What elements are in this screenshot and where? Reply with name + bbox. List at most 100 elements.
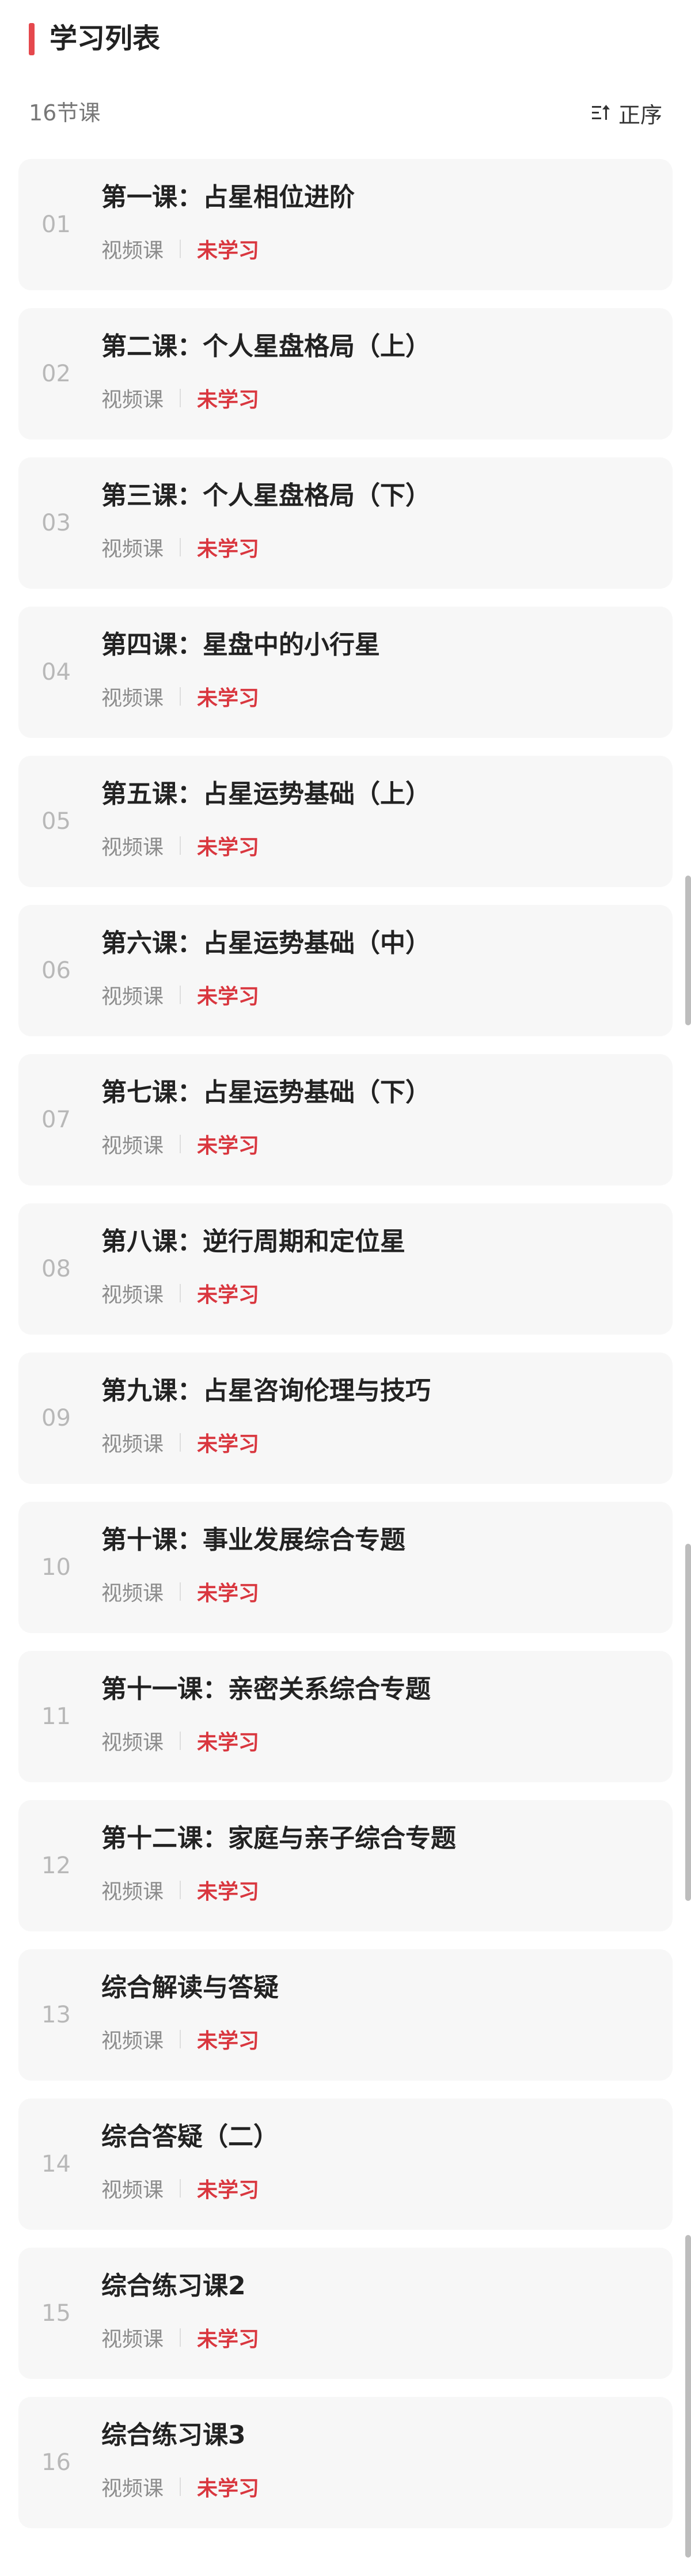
lesson-meta: 视频课 未学习 (101, 233, 259, 265)
lesson-card[interactable]: 04 第四课：星盘中的小行星视频课 未学习 (18, 607, 673, 738)
lesson-status-badge: 未学习 (197, 985, 260, 1009)
lesson-number: 16 (41, 2449, 71, 2476)
lesson-card[interactable]: 10 第十课：事业发展综合专题 视频课 未学习 (18, 1502, 673, 1633)
lesson-status-badge: 未学习 (197, 2179, 260, 2202)
page-title: 学习列表 (50, 22, 161, 55)
lesson-status-badge: 未学习 (197, 1134, 260, 1158)
lesson-number: 04 (41, 659, 71, 685)
lesson-status-badge: 未学习 (197, 1433, 260, 1456)
lesson-type: 视频课 (101, 388, 164, 412)
page-header: 学习列表 (0, 0, 691, 81)
sort-ascending-icon (591, 105, 610, 120)
lesson-meta: 视频课 未学习 (101, 1426, 259, 1459)
lesson-count: 16节课 (29, 100, 101, 126)
lesson-type: 视频课 (101, 1283, 164, 1307)
lesson-title: 第七课：占星运势基础（下） (101, 1078, 431, 1107)
lesson-number: 07 (41, 1107, 71, 1133)
meta-divider (180, 986, 181, 1004)
lesson-meta: 视频课 未学习 (101, 680, 259, 713)
lesson-card[interactable]: 15 综合练习课2 视频课 未学习 (18, 2248, 673, 2379)
scrollbar-thumb[interactable] (685, 2235, 691, 2558)
lesson-number: 03 (41, 510, 71, 536)
lesson-type: 视频课 (101, 2477, 164, 2501)
lesson-type: 视频课 (101, 239, 164, 263)
lesson-status-badge: 未学习 (197, 537, 260, 561)
lesson-title: 第四课：星盘中的小行星 (101, 630, 380, 660)
lesson-status-badge: 未学习 (197, 836, 260, 859)
lesson-title: 综合解读与答疑 (101, 1973, 279, 2002)
lesson-card[interactable]: 08 第八课：逆行周期和定位星视频课 未学习 (18, 1203, 673, 1335)
lesson-card[interactable]: 01 第一课：占星相位进阶 视频课 未学习 (18, 159, 673, 290)
lesson-card[interactable]: 16 综合练习课3 视频课 未学习 (18, 2397, 673, 2528)
lesson-status-badge: 未学习 (197, 1880, 260, 1904)
lesson-card[interactable]: 06 第六课：占星运势基础（中） 视频课 未学习 (18, 905, 673, 1036)
lesson-card[interactable]: 09 第九课：占星咨询伦理与技巧视频课 未学习 (18, 1353, 673, 1484)
lesson-title: 第三课：个人星盘格局（下） (101, 481, 431, 510)
lesson-title: 综合答疑（二） (101, 2122, 279, 2151)
sort-order-label: 正序 (618, 102, 662, 128)
lesson-meta: 视频课 未学习 (101, 2023, 259, 2055)
lesson-number: 09 (41, 1405, 71, 1431)
meta-divider (180, 1732, 181, 1750)
lesson-status-badge: 未学习 (197, 1283, 260, 1307)
lesson-type: 视频课 (101, 537, 164, 561)
lesson-title: 第九课：占星咨询伦理与技巧 (101, 1376, 431, 1406)
meta-divider (180, 2477, 181, 2496)
lesson-title: 第十二课：家庭与亲子综合专题 (101, 1824, 456, 1853)
lesson-card[interactable]: 13 综合解读与答疑视频课 未学习 (18, 1949, 673, 2081)
lesson-number: 05 (41, 808, 71, 835)
lesson-card[interactable]: 14 综合答疑（二） 视频课 未学习 (18, 2098, 673, 2230)
meta-divider (180, 1881, 181, 1899)
meta-divider (180, 240, 181, 258)
lesson-type: 视频课 (101, 2029, 164, 2053)
lesson-title: 第十一课：亲密关系综合专题 (101, 1675, 431, 1704)
lesson-type: 视频课 (101, 1880, 164, 1904)
lesson-card[interactable]: 02 第二课：个人星盘格局（上） 视频课 未学习 (18, 308, 673, 440)
lesson-status-badge: 未学习 (197, 2029, 260, 2053)
lesson-type: 视频课 (101, 836, 164, 859)
lesson-status-badge: 未学习 (197, 687, 260, 710)
lesson-card[interactable]: 12 第十二课：家庭与亲子综合专题 视频课 未学习 (18, 1800, 673, 1931)
lesson-number: 08 (41, 1256, 71, 1282)
lesson-meta: 视频课 未学习 (101, 1874, 259, 1906)
lesson-number: 14 (41, 2151, 71, 2177)
lesson-meta: 视频课 未学习 (101, 1725, 259, 1757)
lesson-number: 11 (41, 1703, 71, 1730)
lesson-card[interactable]: 03 第三课：个人星盘格局（下） 视频课 未学习 (18, 457, 673, 589)
lesson-type: 视频课 (101, 2328, 164, 2351)
title-accent-bar (29, 23, 35, 55)
lesson-status-badge: 未学习 (197, 388, 260, 412)
lesson-meta: 视频课 未学习 (101, 1128, 259, 1160)
meta-divider (180, 2030, 181, 2048)
meta-divider (180, 1433, 181, 1452)
scrollbar-thumb[interactable] (685, 1544, 691, 1901)
lesson-type: 视频课 (101, 1731, 164, 1755)
lesson-type: 视频课 (101, 687, 164, 710)
lesson-title: 第五课：占星运势基础（上） (101, 779, 431, 809)
lesson-status-badge: 未学习 (197, 2477, 260, 2501)
lesson-type: 视频课 (101, 1433, 164, 1456)
meta-divider (180, 1135, 181, 1153)
scrollbar-thumb[interactable] (685, 876, 691, 1025)
meta-divider (180, 389, 181, 407)
meta-divider (180, 538, 181, 556)
lesson-title: 第二课：个人星盘格局（上） (101, 332, 431, 361)
lesson-meta: 视频课 未学习 (101, 531, 259, 563)
lesson-meta: 视频课 未学习 (101, 2172, 259, 2204)
lesson-card[interactable]: 11 第十一课：亲密关系综合专题 视频课 未学习 (18, 1651, 673, 1782)
lesson-number: 06 (41, 957, 71, 984)
lesson-number: 15 (41, 2300, 71, 2327)
lesson-card[interactable]: 05 第五课：占星运势基础（上） 视频课 未学习 (18, 756, 673, 887)
lesson-title: 第十课：事业发展综合专题 (101, 1525, 405, 1555)
lesson-type: 视频课 (101, 985, 164, 1009)
sort-order-button[interactable]: 正序 (590, 97, 662, 129)
list-toolbar: 16节课 正序 (0, 92, 691, 132)
lesson-status-badge: 未学习 (197, 2328, 260, 2351)
lesson-card[interactable]: 07 第七课：占星运势基础（下） 视频课 未学习 (18, 1054, 673, 1185)
lesson-meta: 视频课 未学习 (101, 382, 259, 414)
lesson-title: 第八课：逆行周期和定位星 (101, 1227, 405, 1256)
lesson-number: 13 (41, 2002, 71, 2028)
lesson-status-badge: 未学习 (197, 1582, 260, 1605)
meta-divider (180, 836, 181, 855)
lesson-meta: 视频课 未学习 (101, 2471, 259, 2503)
